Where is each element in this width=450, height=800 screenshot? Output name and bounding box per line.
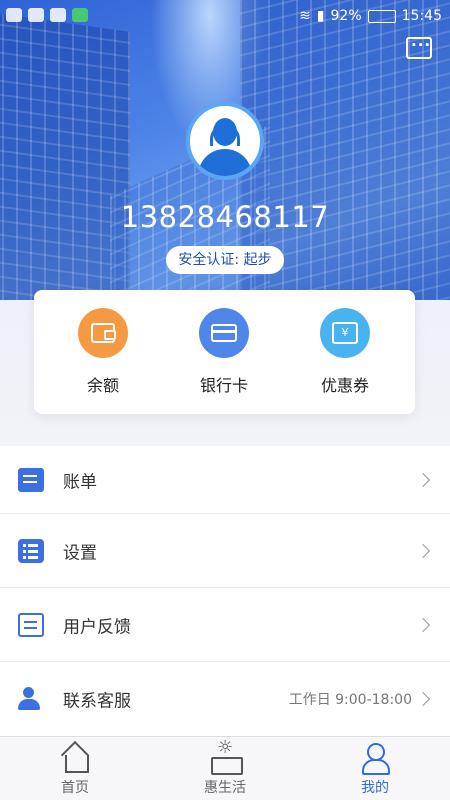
wallet-coupon[interactable]: ¥ 优惠券 — [290, 308, 400, 396]
profile-screen: ≋ ▮ 92% 15:45 13828468117 安全认证: 起步 余额 银行… — [0, 0, 450, 800]
menu-list: 账单 设置 用户反馈 联系客服 工作日 9:00-18:00 — [0, 446, 450, 736]
bank-card-icon — [199, 308, 249, 358]
avatar[interactable] — [186, 102, 264, 180]
avatar-body — [198, 149, 252, 176]
message-icon[interactable] — [406, 36, 432, 59]
feedback-icon — [18, 612, 44, 637]
menu-item-customer-service[interactable]: 联系客服 工作日 9:00-18:00 — [0, 662, 450, 736]
shield-icon — [28, 8, 44, 22]
notification-icon — [6, 8, 22, 22]
wifi-icon: ≋ — [299, 8, 311, 24]
profile-icon — [358, 743, 392, 775]
wallet-bank-card-label: 银行卡 — [199, 376, 248, 395]
battery-percent: 92% — [330, 8, 362, 24]
menu-item-label: 账单 — [63, 472, 97, 492]
tab-label: 惠生活 — [204, 780, 246, 796]
wallet-balance[interactable]: 余额 — [48, 308, 158, 396]
tab-profile[interactable]: 我的 — [300, 743, 450, 797]
coupon-icon: ¥ — [320, 308, 370, 358]
settings-icon — [18, 538, 44, 563]
upload-icon — [72, 8, 88, 22]
tab-label: 我的 — [361, 780, 389, 796]
tab-home[interactable]: 首页 — [0, 743, 150, 797]
bill-icon — [18, 467, 44, 492]
wallet-card: 余额 银行卡 ¥ 优惠券 — [34, 290, 415, 414]
status-bar: ≋ ▮ 92% 15:45 — [0, 0, 450, 32]
menu-item-label: 联系客服 — [63, 691, 131, 712]
signal-icon: ▮ — [316, 8, 325, 24]
wallet-coupon-label: 优惠券 — [320, 376, 369, 395]
home-icon — [58, 743, 92, 773]
avatar-headset — [210, 124, 240, 146]
menu-item-label: 用户反馈 — [63, 617, 131, 637]
chevron-right-icon — [415, 472, 431, 487]
battery-icon — [367, 9, 396, 23]
wallet-icon — [78, 308, 128, 358]
phone-number: 13828468117 — [120, 200, 330, 234]
chevron-right-icon — [415, 691, 431, 707]
bottom-tab-bar: 首页 惠生活 我的 — [0, 736, 450, 800]
menu-item-label: 设置 — [63, 543, 97, 563]
chevron-right-icon — [415, 617, 431, 632]
chevron-right-icon — [415, 543, 431, 558]
notification-icons — [6, 8, 88, 22]
tab-life[interactable]: 惠生活 — [150, 737, 300, 797]
weather-icon — [50, 8, 66, 22]
menu-item-settings[interactable]: 设置 — [0, 514, 450, 588]
service-hours: 工作日 9:00-18:00 — [288, 692, 412, 708]
security-cert-badge[interactable]: 安全认证: 起步 — [166, 246, 284, 274]
tab-label: 首页 — [61, 780, 89, 796]
customer-service-icon — [18, 687, 44, 711]
life-icon — [208, 737, 243, 775]
menu-item-feedback[interactable]: 用户反馈 — [0, 588, 450, 662]
wallet-bank-card[interactable]: 银行卡 — [169, 308, 279, 396]
clock: 15:45 — [401, 8, 442, 24]
menu-item-bill[interactable]: 账单 — [0, 446, 450, 514]
wallet-balance-label: 余额 — [86, 376, 119, 395]
